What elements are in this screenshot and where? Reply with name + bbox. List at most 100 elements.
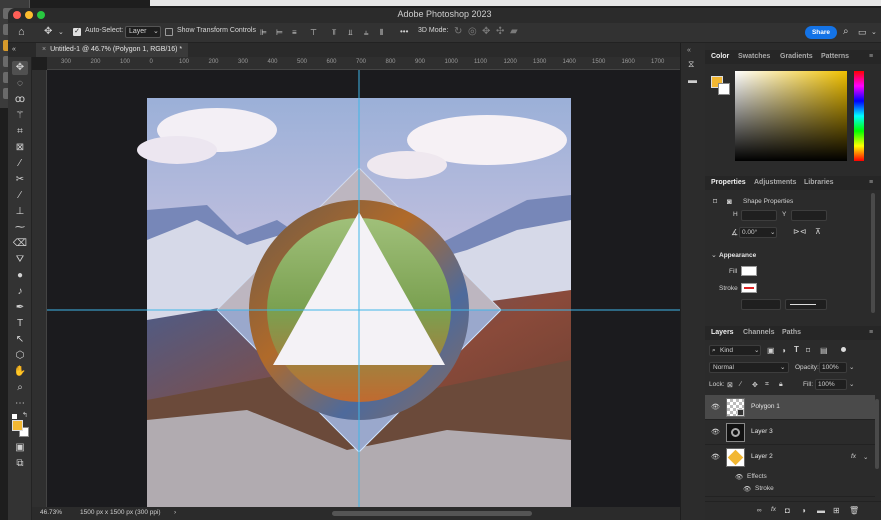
properties-scrollbar[interactable] [871, 193, 875, 313]
y-input[interactable] [791, 210, 827, 221]
appearance-chevron-icon[interactable]: ⌄ [711, 251, 717, 259]
visibility-eye-icon[interactable]: 👁︎ [711, 403, 720, 411]
color-panel-background-swatch[interactable] [718, 83, 730, 95]
swap-colors-icon[interactable]: ↰ [22, 411, 28, 419]
layer-filter-dropdown[interactable]: ⌕ Kind ⌄ [709, 345, 761, 356]
quick-mask-icon[interactable]: ▣ [12, 441, 28, 455]
screen-mode-icon[interactable]: ⧉ [12, 457, 28, 471]
flip-vertical-icon[interactable]: ⊼ [815, 227, 821, 237]
delete-layer-icon[interactable]: 🗑︎ [849, 506, 859, 515]
visibility-eye-icon[interactable]: 👁︎ [711, 453, 720, 461]
tab-paths[interactable]: Paths [782, 326, 801, 340]
magic-wand-icon[interactable]: ⚚ [12, 109, 28, 123]
add-layer-style-icon[interactable]: fx [771, 506, 776, 513]
document-tab[interactable]: × Untitled-1 @ 46.7% (Polygon 1, RGB/16) … [36, 43, 189, 57]
canvas-area[interactable] [47, 70, 680, 507]
tab-layers[interactable]: Layers [711, 326, 734, 340]
marquee-tool-icon[interactable]: ◌ [12, 77, 28, 91]
panel-menu-icon[interactable]: ≡ [869, 326, 873, 340]
lock-all-icon[interactable]: 🔒︎ [779, 381, 783, 389]
eraser-icon[interactable]: ⌫ [12, 237, 28, 251]
collapse-panels-icon[interactable]: « [687, 46, 691, 56]
chevron-down-icon[interactable]: ⌄ [849, 363, 854, 371]
eyedropper-icon[interactable]: ⁄ [12, 157, 28, 171]
3d-scale-icon[interactable]: ▰ [510, 27, 518, 37]
3d-roll-icon[interactable]: ◎ [468, 27, 477, 37]
opacity-input[interactable]: 100% [819, 362, 847, 373]
more-options-icon[interactable]: ••• [400, 27, 408, 37]
tab-libraries[interactable]: Libraries [804, 176, 834, 190]
link-layers-icon[interactable]: ∞ [757, 507, 762, 514]
share-button[interactable]: Share [805, 26, 837, 39]
hue-slider[interactable] [854, 71, 864, 161]
panel-menu-icon[interactable]: ≡ [869, 176, 873, 190]
pen-tool-icon[interactable]: ✒ [12, 301, 28, 315]
align-top-icon[interactable]: ⊤ [310, 28, 317, 38]
blend-mode-dropdown[interactable]: Normal ⌄ [709, 362, 789, 373]
show-transform-controls-checkbox[interactable] [165, 28, 173, 36]
history-brush-icon[interactable]: ⁓ [12, 221, 28, 235]
filter-adjustment-icon[interactable]: ◑ [781, 346, 786, 355]
comments-panel-icon[interactable]: ▬ [688, 75, 697, 85]
lock-artboard-icon[interactable]: ⌗ [765, 381, 769, 389]
crop-tool-icon[interactable]: ⌗ [12, 125, 28, 139]
status-chevron-icon[interactable]: › [174, 509, 176, 516]
stroke-effect-eye-icon[interactable]: 👁︎ [743, 485, 751, 493]
home-icon[interactable]: ⌂ [18, 27, 25, 38]
align-left-icon[interactable]: ⊫ [260, 28, 267, 38]
chevron-down-icon[interactable]: ⌄ [863, 453, 868, 461]
move-tool-icon[interactable]: ✥ [12, 61, 28, 75]
layer-row[interactable]: 👁︎ Layer 3 [705, 420, 875, 445]
healing-brush-icon[interactable]: ✂ [12, 173, 28, 187]
search-icon[interactable]: ⌕ [843, 27, 849, 37]
auto-select-checkbox[interactable]: ✓ [73, 28, 81, 36]
panel-menu-icon[interactable]: ≡ [869, 50, 873, 64]
effects-eye-icon[interactable]: 👁︎ [735, 473, 743, 481]
hand-tool-icon[interactable]: ✋ [12, 365, 28, 379]
layer-name[interactable]: Polygon 1 [751, 403, 780, 410]
fill-swatch[interactable] [741, 266, 757, 276]
brush-tool-icon[interactable]: ∕ [12, 189, 28, 203]
3d-orbit-icon[interactable]: ↻ [454, 27, 462, 37]
layer-effects-fx-icon[interactable]: fx [851, 453, 856, 460]
tab-color[interactable]: Color [711, 50, 729, 64]
default-colors-icon[interactable] [12, 414, 17, 419]
auto-select-dropdown[interactable]: Layer ⌄ [125, 26, 161, 38]
lock-pixels-icon[interactable]: ∕ [740, 381, 741, 388]
tab-swatches[interactable]: Swatches [738, 50, 770, 64]
lock-transparency-icon[interactable]: ⊠ [727, 381, 733, 389]
shape-tool-icon[interactable]: ⬡ [12, 349, 28, 363]
tab-patterns[interactable]: Patterns [821, 50, 849, 64]
tab-gradients[interactable]: Gradients [780, 50, 813, 64]
frame-tool-icon[interactable]: ⊠ [12, 141, 28, 155]
layer-name[interactable]: Layer 2 [751, 453, 773, 460]
filter-shape-icon[interactable]: ⌑ [806, 346, 810, 355]
lock-position-icon[interactable]: ✥ [752, 381, 758, 389]
collapse-toolbar-icon[interactable]: « [12, 45, 16, 55]
mask-properties-icon[interactable]: ◙ [727, 197, 732, 207]
tab-adjustments[interactable]: Adjustments [754, 176, 796, 190]
filter-pixel-icon[interactable]: ▣ [767, 346, 775, 355]
paint-bucket-icon[interactable]: ⛛ [12, 253, 28, 267]
tool-preset-chevron-icon[interactable]: ⌄ [58, 28, 64, 38]
chevron-down-icon[interactable]: ⌄ [849, 380, 854, 388]
stroke-width-input[interactable] [741, 299, 781, 310]
lasso-tool-icon[interactable]: ꝏ [12, 93, 28, 107]
move-tool-icon[interactable]: ✥ [44, 27, 52, 37]
align-right-icon[interactable]: ≡ [292, 28, 297, 38]
distribute-horizontal-icon[interactable]: ⫴ [380, 28, 383, 38]
tab-channels[interactable]: Channels [743, 326, 775, 340]
foreground-color-swatch[interactable] [12, 420, 23, 431]
dodge-tool-icon[interactable]: ♪ [12, 285, 28, 299]
3d-pan-icon[interactable]: ✥ [482, 27, 490, 37]
new-group-icon[interactable]: ▬ [817, 506, 825, 515]
edit-toolbar-icon[interactable]: ⋯ [12, 397, 28, 411]
clone-stamp-icon[interactable]: ⊥ [12, 205, 28, 219]
close-tab-icon[interactable]: × [42, 46, 46, 53]
distribute-bottom-icon[interactable]: ⫨ [364, 28, 369, 38]
layers-scrollbar[interactable] [875, 399, 879, 469]
workspace-switcher-icon[interactable]: ▭ [858, 27, 867, 37]
layer-row[interactable]: 👁︎ Polygon 1 [705, 395, 875, 420]
path-selection-icon[interactable]: ↖ [12, 333, 28, 347]
layer-fill-input[interactable]: 100% [815, 379, 847, 390]
